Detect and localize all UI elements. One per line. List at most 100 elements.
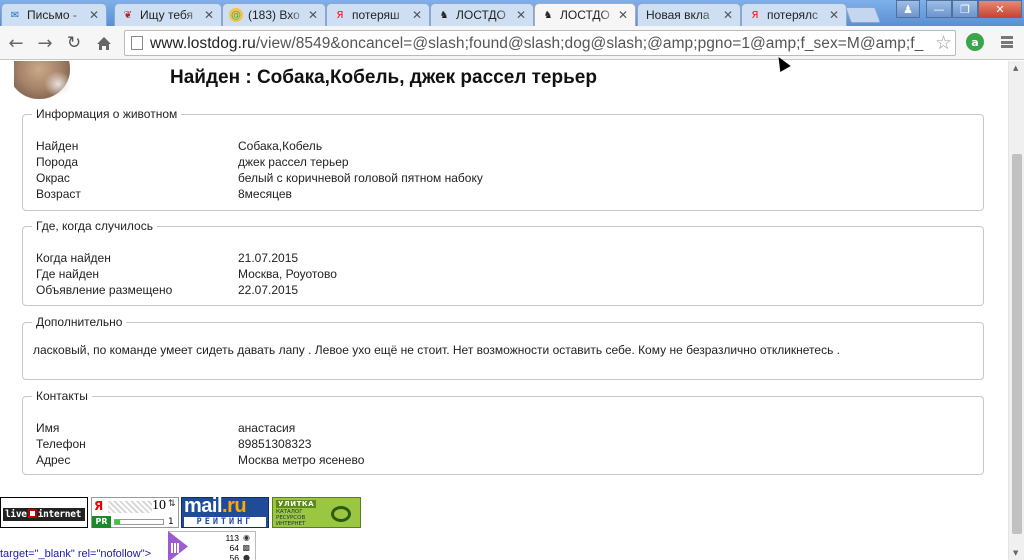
ulitka-title: УЛИТКА [276,500,316,508]
yandex-pattern [108,501,152,513]
extension-icon[interactable]: a [966,33,984,51]
info-value: Москва, Роуотово [238,267,337,281]
person-icon: ● [243,553,250,560]
mail-envelope-icon: ✉ [10,9,20,21]
vertical-scrollbar[interactable]: ▲ ▼ [1008,61,1024,560]
browser-tab[interactable]: Япотеряш ✕ [326,3,430,26]
info-label: Где найден [36,267,100,281]
refresh-icon: ⇅ [168,499,176,509]
page-viewport: Найден : Собака,Кобель, джек рассел терь… [0,61,1008,560]
liveinternet-counter[interactable]: live internet [0,497,88,528]
info-label: Объявление размещено [36,283,173,297]
forward-arrow-icon: → [37,32,53,54]
scrollbar-thumb[interactable] [1012,154,1022,534]
forward-button[interactable]: → [33,31,57,55]
pagerank-value: 1 [168,517,174,527]
home-icon [97,36,111,50]
snail-icon [331,506,351,522]
mailru-caption: РЕЙТИНГ [184,517,266,527]
eye-icon: ◉ [243,533,250,542]
scroll-up-icon[interactable]: ▲ [1013,64,1018,72]
contacts-section: Контакты Имя анастасия Телефон 89851308323 А… [22,389,984,475]
additional-section: Дополнительно ласковый, по команде умеет… [22,315,984,380]
back-button[interactable]: ← [4,31,28,55]
dog-photo [14,61,72,99]
tab-title: ЛОСТДО [456,8,506,22]
stat-visits: 64 [229,543,239,553]
bookmark-star-icon[interactable]: ☆ [935,32,952,54]
reload-button[interactable]: ↻ [62,31,86,55]
info-value: белый с коричневой головой пятном набоку [238,171,483,185]
mailru-rating-counter[interactable]: mail.ru РЕЙТИНГ [181,495,269,528]
animal-info-legend: Информация о животном [36,107,178,121]
close-window-button[interactable]: ✕ [978,0,1022,18]
new-tab-button[interactable] [845,7,881,23]
tab-title: потерялс [767,8,818,22]
stats-logo-icon [168,531,188,560]
mailru-logo: mail.ru [184,495,247,517]
close-tab-icon[interactable]: ✕ [828,8,840,22]
yandex-icon: Я [751,9,759,21]
stat-visitors: 56 [229,553,239,560]
at-sign-icon: @ [229,8,243,22]
info-label: Имя [36,421,60,435]
menu-icon[interactable] [998,34,1016,50]
paw-icon: ❦ [123,9,133,21]
dog-icon: ♞ [543,9,553,21]
visit-stats-counter[interactable]: 113 ◉ 64 ▩ 56 ● [168,531,256,560]
close-tab-icon[interactable]: ✕ [411,8,423,22]
pagerank-label: PR [92,516,111,528]
info-value: анастасия [238,421,296,435]
browser-tab[interactable]: ♞ ЛОСТДО ✕ [430,3,534,26]
dog-icon: ♞ [439,9,449,21]
yandex-tic-value: 10 [152,498,166,513]
close-tab-icon[interactable]: ✕ [617,8,629,22]
maximize-button[interactable]: ❐ [952,0,978,18]
info-label: Порода [36,155,79,169]
yandex-counter[interactable]: Я 10 ⇅ PR 1 [91,497,179,528]
ulitka-catalog-banner[interactable]: УЛИТКА КАТАЛОГ РЕСУРСОВ ИНТЕРНЕТ [272,497,361,528]
tab-title: Письмо - [27,8,77,22]
page-title: Найден : Собака,Кобель, джек рассел терь… [170,67,597,88]
info-label: Возраст [36,187,81,201]
close-tab-icon[interactable]: ✕ [203,8,215,22]
browser-toolbar: ← → ↻ www.lostdog.ru/view/8549&oncancel=… [0,26,1024,60]
url-text[interactable]: www.lostdog.ru/view/8549&oncancel=@slash… [150,35,930,53]
tab-title: потеряш [352,8,400,22]
raw-code-text: target="_blank" rel="nofollow"> [0,548,152,560]
browser-tab[interactable]: @ (183) Вхо ✕ [222,3,326,26]
reload-icon: ↻ [66,33,82,53]
browser-tab[interactable]: Япотерялс ✕ [741,3,847,26]
visits-icon: ▩ [242,543,250,552]
pagerank-bar-fill [115,520,120,524]
additional-text: ласковый, по команде умеет сидеть давать… [33,343,841,357]
tab-title: Новая вкла [646,8,710,22]
home-button[interactable] [92,31,116,55]
tab-title: (183) Вхо [248,8,300,22]
browser-tab[interactable]: ✉ Письмо - ✕ [1,3,107,26]
close-tab-icon[interactable]: ✕ [307,8,319,22]
close-tab-icon[interactable]: ✕ [722,8,734,22]
info-value: 8месяцев [238,187,292,201]
address-bar[interactable]: www.lostdog.ru/view/8549&oncancel=@slash… [124,30,956,56]
info-value: Москва метро ясенево [238,453,365,467]
yandex-icon: Я [336,9,344,21]
yandex-logo: Я [94,499,104,513]
browser-tab[interactable]: ♞ ЛОСТДО ✕ [534,3,636,26]
back-arrow-icon: ← [8,32,24,54]
where-when-section: Где, когда случилось Когда найден 21.07.2… [22,219,984,306]
close-tab-icon[interactable]: ✕ [88,8,100,22]
info-value: джек рассел терьер [238,155,349,169]
close-tab-icon[interactable]: ✕ [515,8,527,22]
user-icon[interactable]: ♟ [896,0,920,18]
minimize-button[interactable]: — [926,0,952,18]
scroll-down-icon[interactable]: ▼ [1013,549,1018,557]
browser-tab[interactable]: Новая вкла ✕ [637,3,741,26]
info-label: Окрас [36,171,70,185]
browser-tab[interactable]: ❦ Ищу тебя ✕ [114,3,222,26]
page-icon [131,36,143,50]
info-label: Найден [36,139,79,153]
animal-info-section: Информация о животном Найден Собака,Кобел… [22,107,984,211]
info-value: 21.07.2015 [238,251,299,265]
where-when-legend: Где, когда случилось [36,219,153,233]
